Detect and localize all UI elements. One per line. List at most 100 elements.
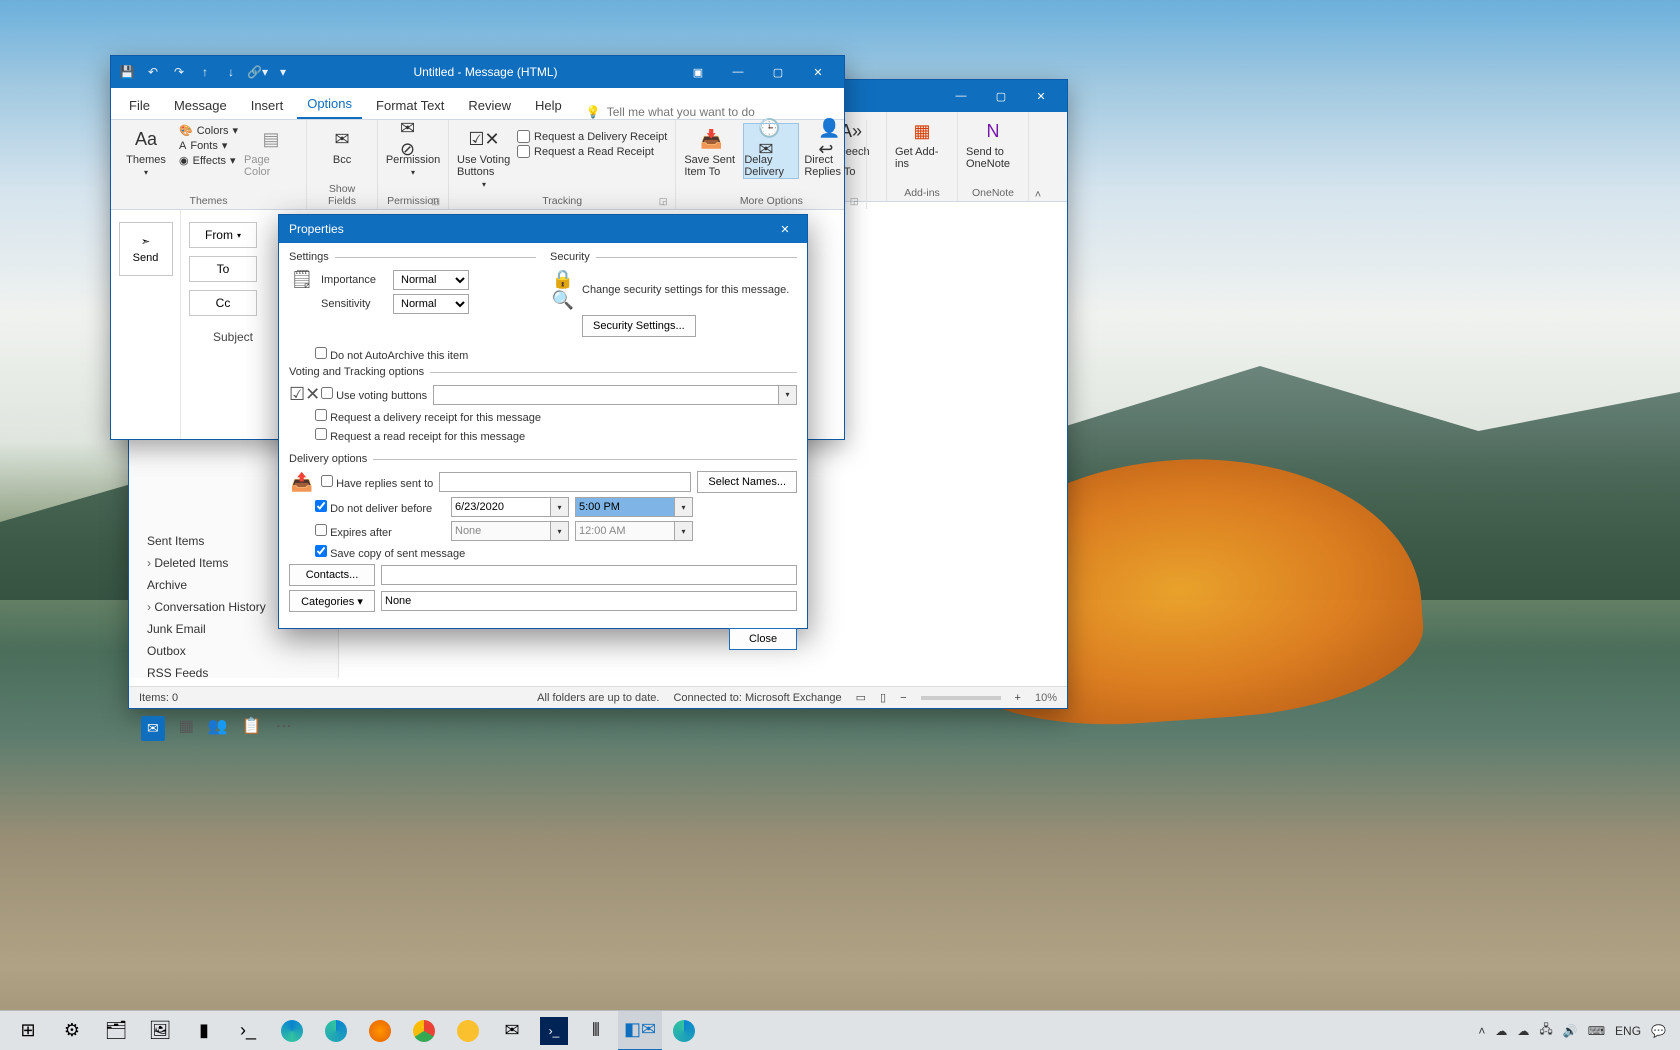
tab-options[interactable]: Options bbox=[297, 90, 362, 119]
tab-format-text[interactable]: Format Text bbox=[366, 92, 454, 119]
start-button[interactable]: ⊞ bbox=[6, 1011, 50, 1050]
tray-keyboard-icon[interactable]: ⌨ bbox=[1588, 1024, 1605, 1038]
app-icon[interactable]: ⦀ bbox=[574, 1011, 618, 1050]
qat-redo-icon[interactable]: ↷ bbox=[169, 65, 189, 79]
direct-replies-to-button[interactable]: 👤↩Direct Replies To bbox=[804, 124, 858, 178]
ribbon-collapse-icon[interactable]: ˄ bbox=[1029, 112, 1047, 201]
close-button[interactable]: Close bbox=[729, 628, 797, 650]
tab-insert[interactable]: Insert bbox=[241, 92, 294, 119]
qat-up-icon[interactable]: ↑ bbox=[195, 65, 215, 79]
bcc-button[interactable]: ✉Bcc bbox=[315, 124, 369, 166]
no-autoarchive-checkbox[interactable]: Do not AutoArchive this item bbox=[315, 347, 468, 362]
contacts-button[interactable]: Contacts... bbox=[289, 564, 375, 586]
qat-customize-icon[interactable]: ▾ bbox=[273, 65, 293, 79]
sensitivity-select[interactable]: Normal bbox=[393, 294, 469, 314]
deliver-time-field[interactable] bbox=[575, 497, 675, 517]
nav-more-icon[interactable]: ⋯ bbox=[276, 716, 292, 741]
delay-delivery-button[interactable]: 🕒✉Delay Delivery bbox=[744, 124, 798, 178]
nav-calendar-icon[interactable]: ▦ bbox=[179, 716, 194, 741]
zoom-in-button[interactable]: + bbox=[1015, 692, 1021, 704]
colors-button[interactable]: 🎨 Colors ▾ bbox=[179, 124, 238, 137]
powershell-icon[interactable]: ›_ bbox=[540, 1017, 568, 1045]
categories-field[interactable] bbox=[381, 591, 797, 611]
date-dropdown-button[interactable]: ▾ bbox=[551, 497, 569, 517]
not-deliver-before-checkbox[interactable]: Do not deliver before bbox=[315, 500, 445, 515]
ribbon-options-button[interactable]: ▣ bbox=[678, 56, 718, 88]
expires-after-checkbox[interactable]: Expires after bbox=[315, 524, 445, 539]
nav-people-icon[interactable]: 👥 bbox=[208, 716, 228, 741]
contacts-field[interactable] bbox=[381, 565, 797, 585]
nav-mail-icon[interactable]: ✉ bbox=[141, 716, 165, 741]
minimize-button[interactable]: — bbox=[718, 56, 758, 88]
importance-select[interactable]: Normal bbox=[393, 270, 469, 290]
chrome-icon[interactable] bbox=[402, 1011, 446, 1050]
view-reading-icon[interactable]: ▯ bbox=[880, 691, 886, 704]
mail-icon[interactable]: ✉ bbox=[490, 1011, 534, 1050]
tray-language[interactable]: ENG bbox=[1615, 1024, 1641, 1038]
have-replies-checkbox[interactable]: Have replies sent to bbox=[321, 475, 433, 490]
save-copy-checkbox[interactable]: Save copy of sent message bbox=[315, 545, 465, 560]
get-addins-button[interactable]: ▦Get Add-ins bbox=[895, 116, 949, 170]
dialog-launcher-icon[interactable]: ◲ bbox=[850, 196, 859, 207]
qat-attach-icon[interactable]: 🔗▾ bbox=[247, 65, 267, 79]
to-button[interactable]: To bbox=[189, 256, 257, 282]
cmd-icon[interactable]: ›_ bbox=[226, 1011, 270, 1050]
dialog-launcher-icon[interactable]: ◲ bbox=[659, 196, 668, 207]
firefox-icon[interactable] bbox=[358, 1011, 402, 1050]
send-to-onenote-button[interactable]: NSend to OneNote bbox=[966, 116, 1020, 170]
edge-dev-icon[interactable] bbox=[662, 1011, 706, 1050]
outlook-taskbar-icon[interactable]: ◧✉ bbox=[618, 1011, 662, 1050]
settings-icon[interactable]: ⚙ bbox=[50, 1011, 94, 1050]
dialog-close-button[interactable]: ✕ bbox=[769, 215, 801, 243]
nav-tasks-icon[interactable]: 📋 bbox=[242, 716, 262, 741]
request-read-receipt-checkbox[interactable]: Request a Read Receipt bbox=[517, 145, 667, 158]
qat-undo-icon[interactable]: ↶ bbox=[143, 65, 163, 79]
voting-buttons-button[interactable]: ☑✕Use Voting Buttons▾ bbox=[457, 124, 511, 189]
close-button[interactable]: ✕ bbox=[798, 56, 838, 88]
page-color-button[interactable]: ▤Page Color bbox=[244, 124, 298, 178]
maximize-button[interactable]: ▢ bbox=[758, 56, 798, 88]
tab-message[interactable]: Message bbox=[164, 92, 237, 119]
from-button[interactable]: From▾ bbox=[189, 222, 257, 248]
tab-help[interactable]: Help bbox=[525, 92, 572, 119]
voting-dropdown-button[interactable]: ▾ bbox=[779, 385, 797, 405]
tray-network-icon[interactable]: 🖧 bbox=[1539, 1020, 1552, 1041]
cc-button[interactable]: Cc bbox=[189, 290, 257, 316]
save-sent-item-to-button[interactable]: 📥Save Sent Item To bbox=[684, 124, 738, 178]
themes-button[interactable]: AaThemes▾ bbox=[119, 124, 173, 177]
terminal-icon[interactable]: ▮ bbox=[182, 1011, 226, 1050]
fonts-button[interactable]: A Fonts ▾ bbox=[179, 139, 238, 152]
security-settings-button[interactable]: Security Settings... bbox=[582, 315, 696, 337]
view-normal-icon[interactable]: ▭ bbox=[856, 691, 866, 704]
delivery-receipt-checkbox[interactable]: Request a delivery receipt for this mess… bbox=[315, 409, 541, 424]
read-receipt-checkbox[interactable]: Request a read receipt for this message bbox=[315, 428, 525, 443]
maximize-button[interactable]: ▢ bbox=[981, 80, 1021, 112]
zoom-out-button[interactable]: − bbox=[900, 692, 906, 704]
permission-button[interactable]: ✉⊘Permission▾ bbox=[386, 124, 440, 177]
replies-to-field[interactable] bbox=[439, 472, 691, 492]
use-voting-checkbox[interactable]: Use voting buttons bbox=[321, 387, 427, 402]
tray-action-center-icon[interactable]: 💬 bbox=[1651, 1024, 1666, 1038]
deliver-date-field[interactable] bbox=[451, 497, 551, 517]
minimize-button[interactable]: — bbox=[941, 80, 981, 112]
tray-volume-icon[interactable]: 🔊 bbox=[1563, 1024, 1578, 1038]
photos-icon[interactable]: 🖼 bbox=[138, 1011, 182, 1050]
chrome-canary-icon[interactable] bbox=[446, 1011, 490, 1050]
request-delivery-receipt-checkbox[interactable]: Request a Delivery Receipt bbox=[517, 130, 667, 143]
voting-options-field[interactable] bbox=[433, 385, 779, 405]
select-names-button[interactable]: Select Names... bbox=[697, 471, 797, 493]
qat-down-icon[interactable]: ↓ bbox=[221, 65, 241, 79]
zoom-slider[interactable] bbox=[921, 696, 1001, 700]
file-explorer-icon[interactable]: 🗂 bbox=[94, 1011, 138, 1050]
send-button[interactable]: ➣Send bbox=[119, 222, 173, 276]
effects-button[interactable]: ◉ Effects ▾ bbox=[179, 154, 238, 167]
edge-beta-icon[interactable] bbox=[314, 1011, 358, 1050]
qat-save-icon[interactable]: 💾 bbox=[117, 65, 137, 79]
dialog-launcher-icon[interactable]: ◲ bbox=[432, 196, 441, 207]
tray-chevron-icon[interactable]: ˄ bbox=[1478, 1024, 1485, 1038]
tray-cloud-icon[interactable]: ☁ bbox=[1517, 1024, 1529, 1038]
close-button[interactable]: ✕ bbox=[1021, 80, 1061, 112]
tell-me-search[interactable]: 💡Tell me what you want to do bbox=[586, 105, 755, 119]
tab-file[interactable]: File bbox=[119, 92, 160, 119]
categories-button[interactable]: Categories ▾ bbox=[289, 590, 375, 612]
